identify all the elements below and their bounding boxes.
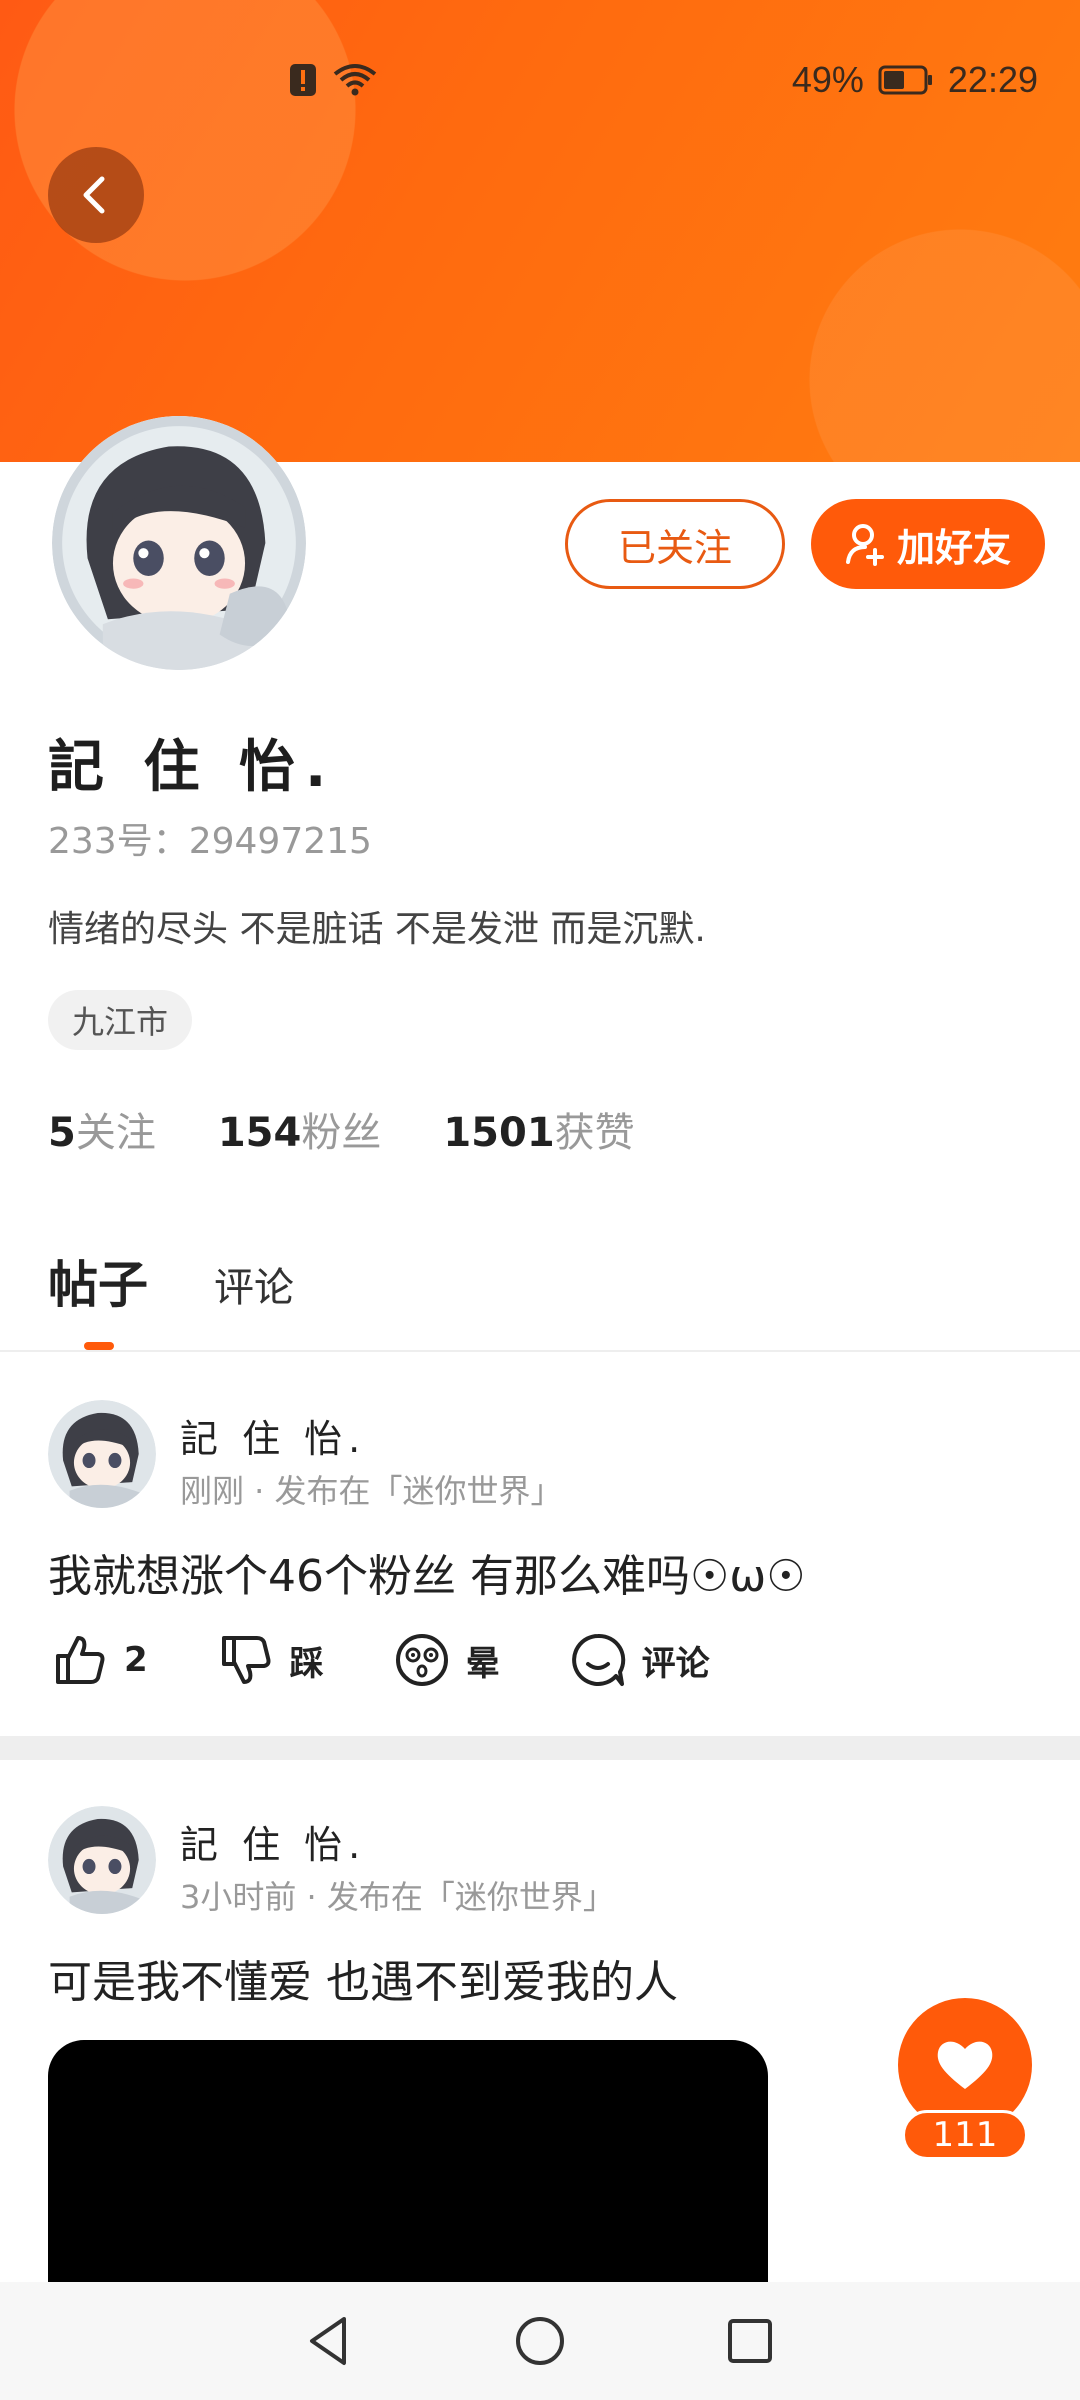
anime-avatar-image — [48, 1400, 156, 1508]
like-button[interactable]: 2 — [52, 1632, 148, 1688]
stat-label: 粉丝 — [301, 1110, 382, 1156]
post-text[interactable]: 我就想涨个46个粉丝 有那么难吗☉ω☉ — [48, 1540, 806, 1604]
floating-like-count: 111 — [902, 2110, 1028, 2160]
tab-comments[interactable]: 评论 — [214, 1255, 294, 1313]
followed-button[interactable]: 已关注 — [565, 499, 785, 589]
comment-button[interactable]: 评论 — [570, 1632, 710, 1688]
stat-label: 关注 — [75, 1110, 156, 1156]
tab-divider — [0, 1350, 1080, 1352]
nav-back-icon[interactable] — [300, 2311, 360, 2371]
followed-button-label: 已关注 — [617, 525, 732, 570]
chevron-left-icon — [83, 176, 105, 214]
nav-recents-icon[interactable] — [720, 2311, 780, 2371]
back-button[interactable] — [48, 147, 144, 243]
anime-avatar-image — [52, 416, 306, 670]
dislike-label: 踩 — [289, 1643, 324, 1684]
tab-posts[interactable]: 帖子 — [48, 1245, 148, 1317]
stat-label: 获赞 — [554, 1110, 635, 1156]
profile-name: 記 住 怡. — [48, 735, 337, 800]
location-tag: 九江市 — [48, 990, 193, 1050]
clock: 22:29 — [947, 59, 1038, 100]
anime-avatar-image — [48, 1806, 156, 1914]
dizzy-button[interactable]: 晕 — [394, 1632, 500, 1688]
dizzy-label: 晕 — [465, 1643, 500, 1684]
dizzy-face-icon — [395, 1634, 448, 1686]
post-meta: 刚刚 · 发布在「迷你世界」 — [180, 1472, 563, 1510]
wifi-icon — [333, 64, 377, 96]
nav-home-icon[interactable] — [510, 2311, 570, 2371]
thumbs-down-icon — [221, 1636, 271, 1684]
system-nav-bar — [0, 2282, 1080, 2400]
stat-following[interactable]: 5关注 — [48, 1100, 156, 1158]
post-author-avatar[interactable] — [48, 1806, 156, 1914]
status-icons-right: 49% 22:29 — [792, 58, 1038, 102]
post-meta: 3小时前 · 发布在「迷你世界」 — [180, 1878, 615, 1916]
post-text[interactable]: 可是我不懂爱 也遇不到爱我的人 — [48, 1946, 678, 2010]
post-separator — [0, 1736, 1080, 1760]
profile-bio: 情绪的尽头 不是脏话 不是发泄 而是沉默. — [48, 909, 706, 950]
post-author-name[interactable]: 記 住 怡. — [180, 1408, 366, 1463]
status-icons-left — [288, 58, 378, 102]
add-friend-label: 加好友 — [896, 525, 1011, 570]
like-count: 2 — [124, 1640, 148, 1680]
alert-icon — [290, 64, 316, 96]
active-tab-indicator — [84, 1342, 114, 1350]
post-actions: 2 踩 晕 评论 — [52, 1632, 780, 1688]
profile-uid: 233号：29497215 — [48, 821, 372, 862]
battery-icon — [878, 65, 932, 95]
stat-number: 5 — [48, 1110, 76, 1156]
location-label: 九江市 — [72, 1003, 169, 1041]
add-user-icon — [845, 524, 884, 566]
stat-number: 1501 — [443, 1110, 555, 1156]
dislike-button[interactable]: 踩 — [218, 1632, 324, 1688]
comment-icon — [571, 1633, 625, 1686]
heart-icon — [937, 2041, 993, 2089]
thumbs-up-icon — [56, 1636, 105, 1684]
add-friend-button[interactable]: 加好友 — [811, 499, 1045, 589]
like-total: 111 — [932, 2115, 998, 2155]
post-author-avatar[interactable] — [48, 1400, 156, 1508]
comment-label: 评论 — [641, 1643, 710, 1684]
profile-stats: 5关注 154粉丝 1501获赞 — [48, 1100, 635, 1158]
stat-number: 154 — [217, 1110, 302, 1156]
post-author-name[interactable]: 記 住 怡. — [180, 1814, 366, 1869]
stat-likes[interactable]: 1501获赞 — [443, 1100, 634, 1158]
battery-percent: 49% — [791, 59, 864, 100]
stat-followers[interactable]: 154粉丝 — [218, 1100, 382, 1158]
profile-avatar[interactable] — [52, 416, 306, 670]
